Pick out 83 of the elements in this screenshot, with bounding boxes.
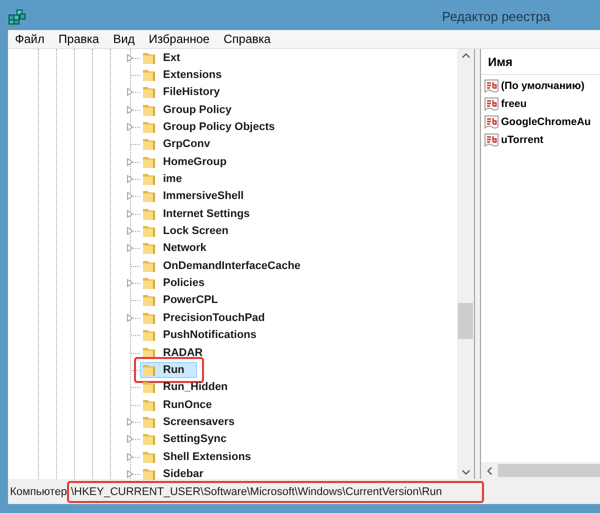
string-value-icon — [484, 132, 500, 148]
expand-arrow-icon[interactable] — [127, 106, 133, 114]
folder-icon — [142, 206, 156, 221]
expand-arrow-icon[interactable] — [127, 158, 133, 166]
expand-arrow-icon[interactable] — [127, 279, 133, 288]
folder-icon — [142, 398, 156, 412]
menu-item[interactable]: Правка — [52, 32, 106, 46]
folder-icon — [142, 137, 156, 152]
tree-item[interactable]: Ext — [161, 52, 182, 64]
expand-arrow-icon[interactable] — [127, 123, 133, 132]
tree-item[interactable]: OnDemandInterfaceCache — [161, 260, 303, 272]
vertical-scrollbar[interactable] — [457, 49, 474, 479]
folder-icon — [142, 68, 156, 82]
tree-item[interactable]: Lock Screen — [161, 225, 230, 238]
window-title: Редактор реестра — [442, 9, 550, 24]
expand-arrow-icon[interactable] — [127, 435, 133, 444]
menu-item[interactable]: Избранное — [142, 32, 217, 46]
column-header[interactable]: Имя — [481, 49, 600, 75]
folder-icon — [142, 432, 156, 446]
tree-item[interactable]: ime — [161, 173, 184, 186]
folder-icon — [142, 85, 156, 100]
tree-item[interactable]: ImmersiveShell — [161, 190, 246, 202]
scroll-down-icon[interactable] — [462, 470, 470, 475]
folder-icon — [142, 120, 156, 134]
expand-arrow-icon[interactable] — [127, 54, 133, 62]
folder-icon — [142, 224, 156, 238]
tree-item[interactable]: Run_Hidden — [161, 381, 230, 394]
scroll-thumb[interactable] — [458, 303, 473, 339]
tree-item[interactable]: PushNotifications — [161, 329, 259, 342]
folder-icon — [142, 189, 156, 204]
key-path: \HKEY_CURRENT_USER\Software\Microsoft\Windows\CurrentVersion\Run — [66, 480, 484, 502]
folder-icon — [142, 328, 156, 342]
scroll-left-icon[interactable] — [487, 466, 492, 474]
folder-icon — [142, 346, 156, 360]
tree-item[interactable]: RunOnce — [161, 398, 214, 411]
tree-item[interactable]: SettingSync — [161, 433, 229, 446]
folder-icon — [142, 310, 156, 325]
tree-item[interactable]: Network — [161, 242, 208, 254]
folder-icon — [142, 258, 156, 273]
tree-item[interactable]: Sidebar — [161, 468, 206, 480]
tree-item[interactable]: Extensions — [161, 69, 224, 82]
menu-item[interactable]: Файл — [8, 32, 52, 46]
folder-icon — [142, 154, 156, 169]
folder-icon — [142, 50, 156, 65]
menu-item[interactable]: Справка — [216, 32, 278, 46]
tree-item[interactable]: RADAR — [161, 346, 205, 359]
folder-icon — [142, 466, 156, 481]
tree-item[interactable]: Group Policy — [161, 104, 234, 116]
expand-arrow-icon[interactable] — [127, 210, 133, 218]
value-name[interactable]: GoogleChromeAu — [501, 116, 591, 128]
tree-item[interactable]: PowerCPL — [161, 294, 220, 306]
expand-arrow-icon[interactable] — [127, 88, 133, 96]
folder-icon — [142, 241, 156, 256]
string-value-icon — [484, 114, 500, 130]
folder-icon — [142, 102, 156, 117]
tree-item[interactable]: FileHistory — [161, 86, 222, 98]
folder-icon — [142, 414, 156, 429]
tree-item[interactable]: Shell Extensions — [161, 450, 254, 463]
tree-item[interactable]: HomeGroup — [161, 156, 229, 168]
value-name[interactable]: (По умолчанию) — [501, 80, 584, 92]
value-name[interactable]: freeu — [501, 98, 527, 110]
registry-editor-icon — [8, 9, 26, 25]
folder-icon — [142, 293, 156, 308]
value-name[interactable]: uTorrent — [501, 134, 544, 146]
tree-item[interactable]: Group Policy Objects — [161, 121, 277, 134]
tree-item[interactable]: Policies — [161, 277, 207, 290]
folder-icon — [142, 380, 156, 394]
folder-icon — [142, 276, 156, 290]
folder-icon — [142, 362, 156, 377]
tree-item[interactable]: Screensavers — [161, 416, 237, 428]
tree-item[interactable]: PrecisionTouchPad — [161, 312, 267, 324]
scroll-up-icon[interactable] — [462, 53, 470, 58]
status-text: Компьютер — [10, 486, 67, 498]
tree-item[interactable]: Internet Settings — [161, 208, 252, 220]
folder-icon — [142, 450, 156, 464]
horizontal-scrollbar[interactable] — [481, 462, 600, 479]
tree-item[interactable]: GrpConv — [161, 138, 212, 150]
expand-arrow-icon[interactable] — [127, 418, 133, 426]
folder-icon — [142, 172, 156, 186]
menu-item[interactable]: Вид — [106, 32, 142, 46]
string-value-icon — [484, 78, 500, 94]
string-value-icon — [484, 96, 500, 112]
expand-arrow-icon[interactable] — [127, 314, 133, 322]
